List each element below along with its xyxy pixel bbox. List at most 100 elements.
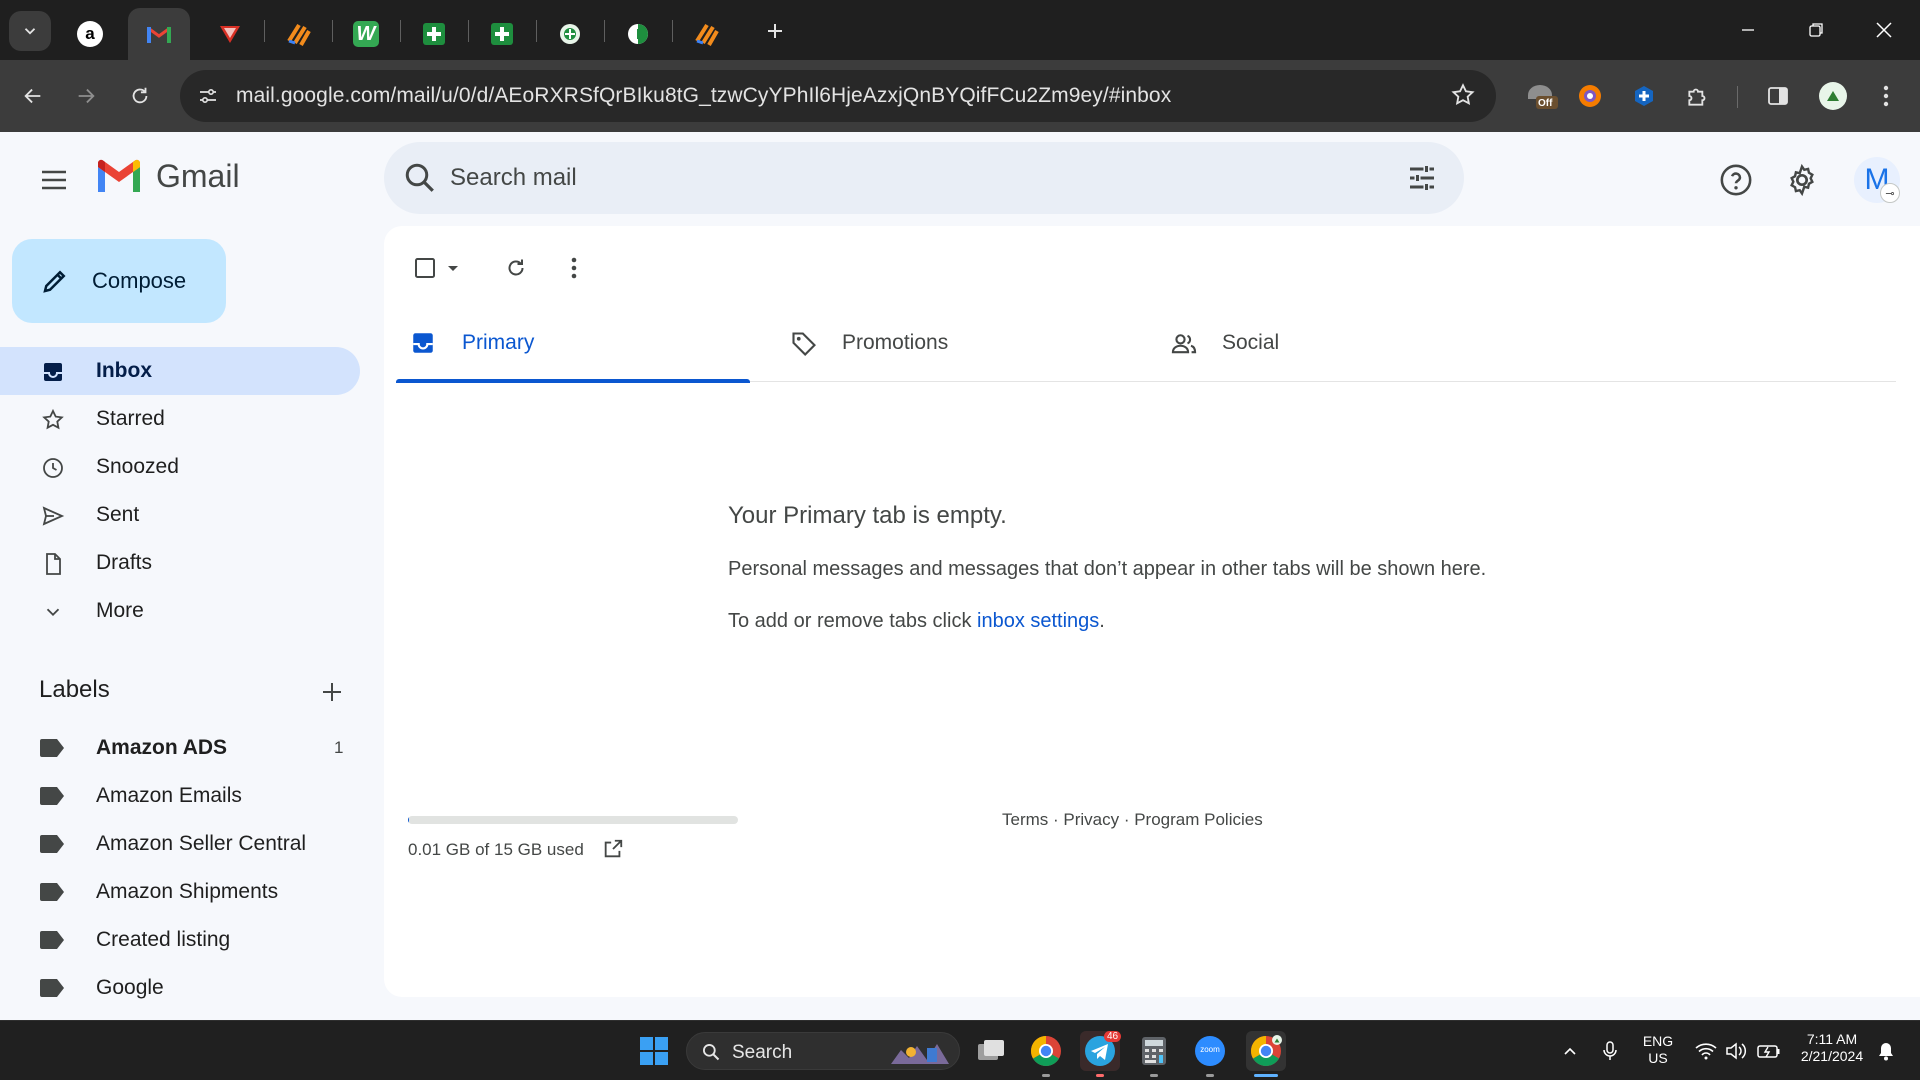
- taskbar-calculator[interactable]: [1134, 1031, 1174, 1071]
- nav-item-inbox[interactable]: Inbox: [0, 347, 360, 395]
- tab-primary[interactable]: Primary: [396, 306, 750, 383]
- back-button[interactable]: [13, 76, 53, 116]
- label-item-amazon-emails[interactable]: Amazon Emails: [0, 772, 360, 820]
- label-tag-icon: [40, 979, 64, 997]
- label-item-google[interactable]: Google: [0, 964, 360, 1012]
- browser-tab-3[interactable]: [196, 8, 264, 60]
- inbox-settings-link[interactable]: inbox settings: [977, 610, 1099, 632]
- more-vertical-icon: [571, 257, 577, 279]
- site-info-icon[interactable]: [194, 82, 222, 110]
- browser-tab-5[interactable]: W: [332, 8, 400, 60]
- browser-menu-icon[interactable]: [1868, 78, 1904, 114]
- caret-down-icon: [448, 266, 458, 271]
- taskbar-chrome-1[interactable]: [1026, 1031, 1066, 1071]
- task-view-button[interactable]: [972, 1031, 1012, 1071]
- side-panel-icon[interactable]: [1760, 78, 1796, 114]
- refresh-icon: [508, 259, 524, 276]
- gmail-logo[interactable]: Gmail: [96, 158, 240, 195]
- browser-tab-gmail[interactable]: [128, 8, 190, 60]
- draft-icon: [40, 551, 66, 577]
- label-name: Amazon Emails: [96, 784, 242, 807]
- main-menu-button[interactable]: [34, 160, 74, 200]
- tab-search-button[interactable]: [9, 11, 51, 51]
- more-actions-button[interactable]: [554, 248, 594, 288]
- tab-social[interactable]: Social: [1156, 306, 1510, 382]
- start-button[interactable]: [634, 1031, 674, 1071]
- settings-gear-icon[interactable]: [1780, 158, 1824, 202]
- extension-off-icon[interactable]: Off: [1520, 78, 1564, 114]
- shield-logo-icon: [220, 26, 240, 43]
- label-item-amazon-ads[interactable]: Amazon ADS 1: [0, 724, 360, 772]
- circle-logo-icon: [628, 24, 648, 44]
- notifications-button[interactable]: [1868, 1031, 1904, 1071]
- taskbar-chrome-2[interactable]: [1246, 1031, 1286, 1071]
- compose-button[interactable]: Compose: [12, 239, 226, 323]
- inbox-panel: Primary Promotions Social Your Primary t…: [384, 226, 1920, 997]
- browser-tab-9[interactable]: [604, 8, 672, 60]
- reload-button[interactable]: [120, 76, 160, 116]
- browser-tab-10[interactable]: [672, 8, 740, 60]
- footer-links[interactable]: Terms · Privacy · Program Policies: [1002, 810, 1263, 830]
- browser-tab-sheets-2[interactable]: [468, 8, 536, 60]
- battery-charging-icon: [1757, 1045, 1780, 1058]
- clock-tray[interactable]: 7:11 AM 2/21/2024: [1792, 1031, 1872, 1065]
- nav-item-drafts[interactable]: Drafts: [0, 539, 360, 587]
- microphone-tray-icon[interactable]: [1592, 1031, 1628, 1071]
- label-tag-icon: [40, 835, 64, 853]
- extensions-puzzle-icon[interactable]: [1680, 78, 1716, 114]
- support-help-icon[interactable]: [1714, 158, 1758, 202]
- nav-item-more[interactable]: More: [0, 587, 360, 635]
- input-language-indicator[interactable]: ENG US: [1640, 1033, 1676, 1067]
- browser-tab-4[interactable]: [264, 8, 332, 60]
- browser-tab-sheets-1[interactable]: [400, 8, 468, 60]
- profile-avatar-icon[interactable]: [1815, 78, 1851, 114]
- taskbar-search[interactable]: Search: [686, 1032, 960, 1070]
- extension-blue-cross-icon[interactable]: [1626, 78, 1662, 114]
- label-item-amazon-seller-central[interactable]: Amazon Seller Central: [0, 820, 360, 868]
- label-name: Amazon Shipments: [96, 880, 279, 903]
- amazon-favicon-icon: a: [77, 21, 103, 47]
- label-name: Google: [96, 976, 164, 999]
- stripes-logo-icon: [695, 23, 719, 46]
- search-input[interactable]: [450, 156, 1350, 200]
- browser-tab-amazon[interactable]: a: [56, 8, 124, 60]
- label-item-created-listing[interactable]: Created listing: [0, 916, 360, 964]
- minimize-window-button[interactable]: [1714, 0, 1782, 60]
- taskbar-telegram[interactable]: 46: [1080, 1031, 1122, 1071]
- network-volume-battery-tray[interactable]: [1688, 1031, 1788, 1071]
- bookmark-star-icon[interactable]: [1450, 82, 1476, 113]
- show-hidden-icons-button[interactable]: [1552, 1031, 1588, 1071]
- refresh-button[interactable]: [496, 248, 536, 288]
- restore-window-button[interactable]: [1782, 0, 1850, 60]
- close-window-button[interactable]: [1850, 0, 1918, 60]
- wifi-icon: [1695, 1043, 1717, 1060]
- plus-icon: [768, 24, 782, 38]
- create-label-button[interactable]: [316, 676, 348, 708]
- select-all-checkbox[interactable]: [408, 248, 442, 288]
- open-external-icon: [604, 839, 623, 858]
- windows-taskbar: Search 46 zoom ENG US 7:11 AM 2/21/2024: [0, 1020, 1920, 1080]
- select-options-dropdown[interactable]: [442, 248, 464, 288]
- browser-tab-8[interactable]: [536, 8, 604, 60]
- label-item-amazon-shipments[interactable]: Amazon Shipments: [0, 868, 360, 916]
- search-options-icon[interactable]: [1404, 160, 1440, 201]
- tab-promotions[interactable]: Promotions: [776, 306, 1130, 382]
- empty-state-description: Personal messages and messages that don’…: [728, 558, 1487, 580]
- clock-date: 2/21/2024: [1800, 1048, 1864, 1064]
- taskbar-zoom[interactable]: zoom: [1190, 1031, 1230, 1071]
- manage-storage-link[interactable]: [602, 838, 624, 865]
- stripes-logo-icon: [287, 23, 311, 46]
- nav-item-sent[interactable]: Sent: [0, 491, 360, 539]
- address-bar[interactable]: mail.google.com/mail/u/0/d/AEoRXRSfQrBIk…: [180, 70, 1496, 122]
- nav-item-snoozed[interactable]: Snoozed: [0, 443, 360, 491]
- active-tab-indicator: [396, 379, 750, 383]
- search-icon[interactable]: [402, 160, 438, 201]
- nav-item-starred[interactable]: Starred: [0, 395, 360, 443]
- extension-firefox-like-icon[interactable]: [1572, 78, 1608, 114]
- forward-button[interactable]: [66, 76, 106, 116]
- settings-hint-suffix: .: [1099, 610, 1105, 632]
- nav-label: Starred: [96, 407, 165, 430]
- new-tab-button[interactable]: [757, 14, 793, 48]
- label-name: Amazon Seller Central: [96, 832, 307, 855]
- gmail-m-logo-icon: [98, 159, 140, 192]
